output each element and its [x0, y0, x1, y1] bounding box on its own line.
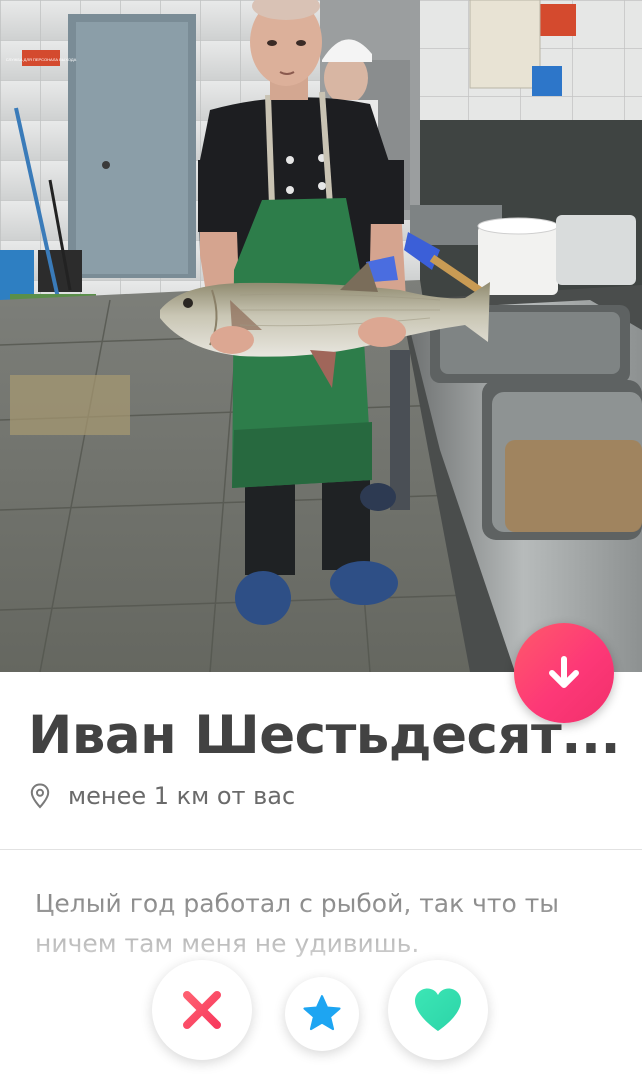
- profile-name: Иван Шестьдесят...: [28, 705, 618, 766]
- nope-button[interactable]: [152, 960, 252, 1060]
- distance-label: менее 1 км от вас: [68, 782, 296, 810]
- location-pin-icon: [30, 783, 50, 809]
- wall-sign-text: СЛУЖБА ДЛЯ ПЕРСОНАЛА ВЫХОДА: [6, 57, 77, 62]
- arrow-down-icon: [549, 656, 579, 688]
- like-button[interactable]: [388, 960, 488, 1060]
- distance-row: менее 1 км от вас: [30, 782, 295, 810]
- heart-icon: [415, 988, 461, 1031]
- profile-photo[interactable]: СЛУЖБА ДЛЯ ПЕРСОНАЛА ВЫХОДА: [0, 0, 642, 672]
- profile-bio: Целый год работал с рыбой, так что ты ни…: [35, 889, 560, 958]
- star-icon: [303, 995, 341, 1031]
- profile-photo-illustration: СЛУЖБА ДЛЯ ПЕРСОНАЛА ВЫХОДА: [0, 0, 642, 672]
- x-icon: [183, 991, 221, 1029]
- super-like-button[interactable]: [285, 977, 359, 1051]
- section-divider: [0, 849, 642, 850]
